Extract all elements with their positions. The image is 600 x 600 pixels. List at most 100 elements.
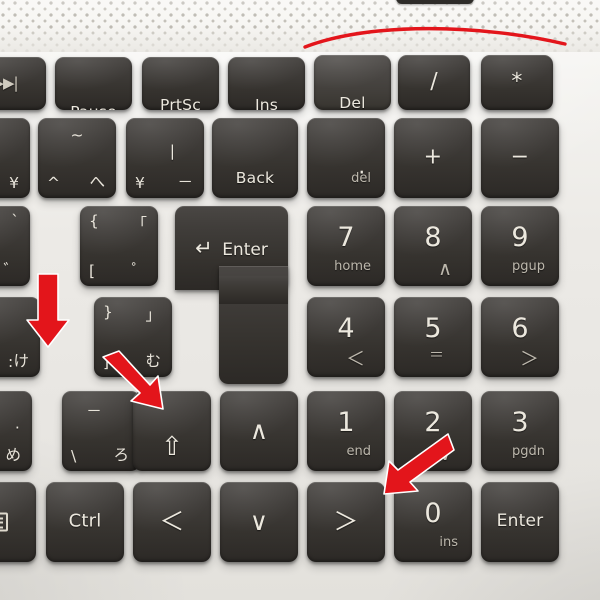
arrow-down-key[interactable]: ∨ <box>220 482 298 562</box>
bracket-close-key[interactable]: } 」 ] む <box>94 297 172 377</box>
numpad-6-key-hint: ＞ <box>519 348 539 370</box>
tilde-caret-he-key-label-top: ~ <box>70 126 84 144</box>
menu-icon <box>0 512 8 532</box>
colon-ke-key-label-bl: : <box>8 353 14 371</box>
numpad-4-key-number: 4 <box>337 313 355 344</box>
enter-key[interactable]: ↵ Enter <box>175 206 288 384</box>
numpad-5-key[interactable]: 5 ＝ <box>394 297 472 377</box>
bracket-open-key[interactable]: { 「 [ ゜ <box>80 206 158 286</box>
bracket-close-key-label-br: む <box>145 352 161 370</box>
backslash-ro-key-label-bl: \ <box>71 447 77 465</box>
numpad-9-key-number: 9 <box>511 222 529 253</box>
numpad-enter-key-label: Enter <box>496 511 544 532</box>
numpad-minus-key[interactable]: − <box>481 118 559 198</box>
numpad-dot-del-key[interactable]: · del <box>307 118 385 198</box>
pipe-yen-dash-key-label-br: － <box>177 173 193 191</box>
numpad-6-key[interactable]: 6 ＞ <box>481 297 559 377</box>
numpad-multiply-key-label: * <box>511 69 523 95</box>
numpad-3-key-hint: pgdn <box>512 444 545 459</box>
numpad-minus-key-label: − <box>510 144 530 170</box>
numpad-8-key[interactable]: 8 ∧ <box>394 206 472 286</box>
numpad-7-key-hint: home <box>334 259 371 274</box>
backslash-ro-key-label-br: ろ <box>113 446 129 464</box>
backspace-key-label-top: Back <box>235 169 275 188</box>
tilde-caret-he-key[interactable]: ~ ^ へ <box>38 118 116 198</box>
tilde-caret-he-key-label-bl: ^ <box>47 174 60 192</box>
numpad-9-key[interactable]: 9 pgup <box>481 206 559 286</box>
backslash-ro-key[interactable]: － \ ろ <box>62 391 140 471</box>
colon-ke-key-label-br: け <box>13 352 29 370</box>
numpad-enter-key[interactable]: Enter <box>481 482 559 562</box>
ins-scrlk-key[interactable]: Ins ScrLk <box>228 57 305 110</box>
ins-scrlk-key-label-top: Ins <box>254 96 279 110</box>
arrow-left-key[interactable]: ＜ <box>133 482 211 562</box>
numpad-6-key-number: 6 <box>511 313 529 344</box>
media-next-key[interactable]: ▶▶| <box>0 57 46 110</box>
bracket-open-key-label-tr: 「 <box>131 215 147 233</box>
yen-partial-key[interactable]: ¥ <box>0 118 30 198</box>
at-backtick-key-label-br: ゛ <box>3 261 19 279</box>
shift-key[interactable]: ⇧ Shift <box>133 391 211 471</box>
numpad-3-key-number: 3 <box>511 407 529 438</box>
backslash-ro-key-label-tl: － <box>86 402 102 420</box>
period-me-key-label-br: め <box>5 446 21 464</box>
del-numlk-key[interactable]: Del NumLk <box>314 55 391 110</box>
enter-key-label: Enter <box>222 240 268 260</box>
at-backtick-key[interactable]: ` @ ゛ <box>0 206 30 286</box>
prtsc-sysrq-key[interactable]: PrtSc SysRq <box>142 57 219 110</box>
keyboard-photo: ▶▶| Pause Break PrtSc SysRq Ins ScrLk De… <box>0 0 600 600</box>
prtsc-sysrq-key-label-top: PrtSc <box>160 96 201 110</box>
period-me-key-label-tl: · <box>14 418 20 437</box>
bracket-open-key-label-br: ゜ <box>131 261 147 279</box>
numpad-2-key-hint: ∨ <box>438 443 452 465</box>
numpad-5-key-number: 5 <box>424 313 442 344</box>
arrow-right-icon: ＞ <box>333 507 359 536</box>
yen-partial-key-label: ¥ <box>9 174 19 192</box>
pipe-yen-dash-key-label-bl: ¥ <box>135 174 145 192</box>
numpad-3-key[interactable]: 3 pgdn <box>481 391 559 471</box>
numpad-1-key[interactable]: 1 end <box>307 391 385 471</box>
arrow-right-key[interactable]: ＞ <box>307 482 385 562</box>
numpad-1-key-hint: end <box>346 444 372 459</box>
ctrl-key[interactable]: Ctrl <box>46 482 124 562</box>
arrow-left-icon: ＜ <box>159 507 185 536</box>
menu-key[interactable] <box>0 482 36 562</box>
speaker-grille <box>0 0 600 52</box>
numpad-4-key-hint: ＜ <box>345 348 365 370</box>
numpad-2-key[interactable]: 2 ∨ <box>394 391 472 471</box>
pipe-yen-dash-key[interactable]: | ¥ － <box>126 118 204 198</box>
colon-ke-key[interactable]: * : け <box>0 297 40 377</box>
arrow-up-key[interactable]: ∧ <box>220 391 298 471</box>
ctrl-key-label: Ctrl <box>68 510 102 532</box>
numpad-0-key[interactable]: 0 ins <box>394 482 472 562</box>
numpad-divide-key[interactable]: / <box>398 55 470 110</box>
top-key-sliver <box>396 0 474 4</box>
numpad-0-key-hint: ins <box>439 535 458 550</box>
numpad-plus-key-label: + <box>423 144 443 170</box>
numpad-0-key-number: 0 <box>424 498 442 529</box>
bracket-close-key-label-tl: } <box>103 303 113 321</box>
numpad-1-key-number: 1 <box>337 407 355 438</box>
numpad-multiply-key[interactable]: * <box>481 55 553 110</box>
period-me-key[interactable]: · め <box>0 391 32 471</box>
numpad-5-key-hint: ＝ <box>428 346 444 364</box>
numpad-7-key-number: 7 <box>337 222 355 253</box>
numpad-divide-key-label: / <box>430 69 438 95</box>
numpad-8-key-number: 8 <box>424 222 442 253</box>
backspace-key[interactable]: Back Space <box>212 118 298 198</box>
numpad-7-key[interactable]: 7 home <box>307 206 385 286</box>
numpad-9-key-hint: pgup <box>512 259 545 274</box>
enter-arrow-icon: ↵ <box>195 236 213 260</box>
numpad-plus-key[interactable]: + <box>394 118 472 198</box>
numpad-4-key[interactable]: 4 ＜ <box>307 297 385 377</box>
bracket-open-key-label-tl: { <box>89 212 99 230</box>
pipe-yen-dash-key-label-top: | <box>169 141 176 160</box>
bracket-close-key-label-tr: 」 <box>145 306 161 324</box>
pause-break-key-label-top: Pause <box>55 103 132 110</box>
numpad-2-key-number: 2 <box>424 407 442 438</box>
tilde-caret-he-key-label-br: へ <box>89 173 105 191</box>
at-backtick-key-label-tl: ` <box>11 212 19 230</box>
pause-break-key[interactable]: Pause Break <box>55 57 132 110</box>
enter-key-join <box>219 276 288 304</box>
del-numlk-key-label-top: Del <box>339 94 366 110</box>
